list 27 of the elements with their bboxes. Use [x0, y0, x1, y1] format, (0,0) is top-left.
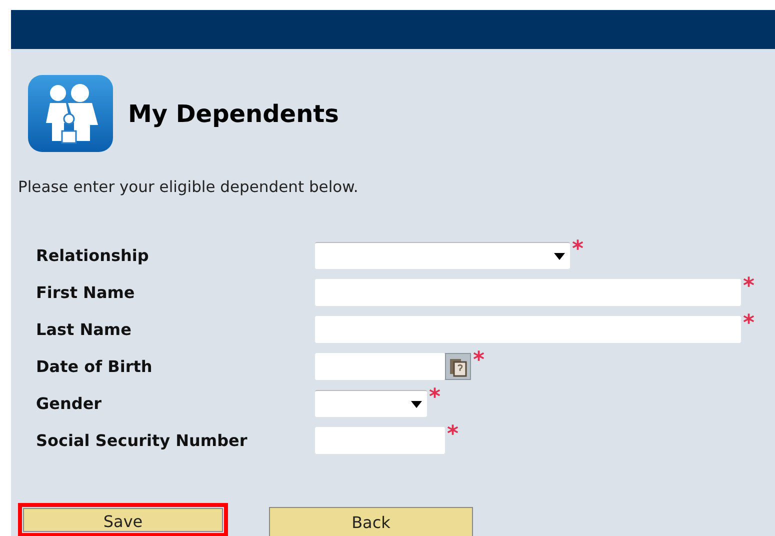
required-mark: * [429, 387, 441, 410]
input-field[interactable] [315, 427, 445, 454]
input-field[interactable] [315, 279, 741, 306]
calendar-icon [448, 356, 468, 377]
field-label: Gender [36, 392, 103, 415]
input-field[interactable] [315, 316, 741, 344]
instruction-text: Please enter your eligible dependent below. [18, 177, 360, 198]
dropdown-field[interactable] [315, 242, 570, 270]
page-title: My Dependents [128, 98, 339, 130]
field-label: Social Security Number [36, 430, 248, 452]
caret-icon [554, 252, 565, 260]
caret-icon [411, 400, 422, 408]
required-mark: * [743, 276, 755, 298]
field-label: Last Name [36, 318, 132, 341]
required-mark: * [447, 424, 459, 446]
required-mark: * [572, 239, 584, 262]
calendar-button[interactable] [445, 353, 471, 380]
required-mark: * [743, 313, 755, 336]
date-field[interactable] [315, 353, 445, 380]
field-label: Date of Birth [36, 356, 154, 378]
back-button[interactable]: Back [269, 507, 473, 536]
field-label: First Name [36, 282, 136, 304]
family-icon [28, 75, 113, 152]
save-button[interactable]: Save [18, 503, 228, 536]
required-mark: * [473, 350, 485, 372]
dropdown-field[interactable] [315, 390, 427, 418]
field-label: Relationship [36, 244, 150, 267]
